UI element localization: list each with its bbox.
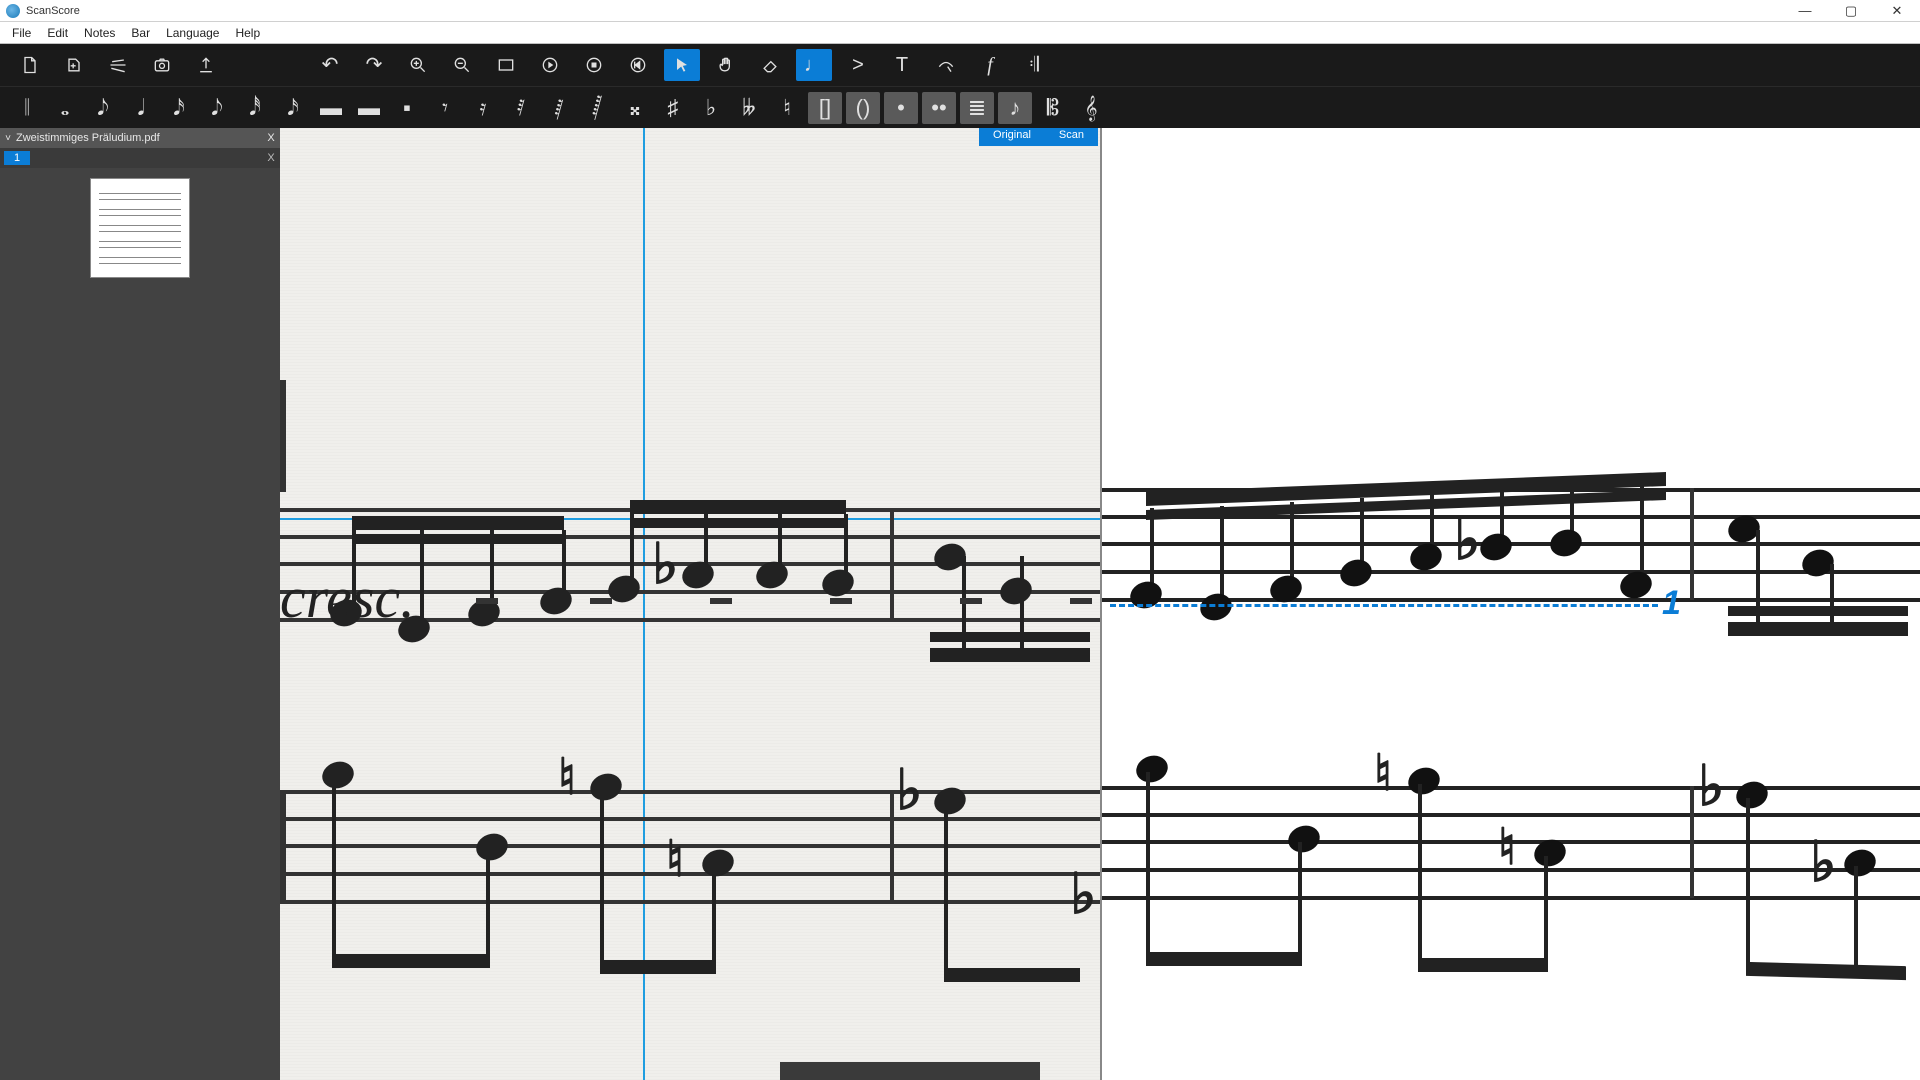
export-button[interactable]: [188, 49, 224, 81]
page-thumbnail[interactable]: [90, 178, 190, 278]
scan-pane[interactable]: ♭ 1: [1100, 128, 1920, 1080]
guide-vertical: [643, 128, 645, 1080]
note-input-button[interactable]: ♩: [796, 49, 832, 81]
pointer-tool-button[interactable]: [664, 49, 700, 81]
scanner-button[interactable]: [100, 49, 136, 81]
menu-bar[interactable]: Bar: [123, 22, 158, 44]
text-tool-button[interactable]: T: [884, 49, 920, 81]
sidebar: ˅ Zweistimmiges Präludium.pdf X 1 X: [0, 128, 280, 1080]
whole-rest[interactable]: ▬: [314, 92, 348, 124]
thirtysecond-rest[interactable]: 𝅀: [504, 92, 538, 124]
play-button[interactable]: [532, 49, 568, 81]
close-document-button[interactable]: X: [262, 132, 280, 144]
close-pages-button[interactable]: X: [262, 152, 280, 164]
app-title: ScanScore: [26, 5, 80, 17]
document-name: Zweistimmiges Präludium.pdf: [16, 132, 262, 144]
chord-symbol[interactable]: 𝄡: [1036, 92, 1070, 124]
sixteenth-rest[interactable]: 𝄿: [466, 92, 500, 124]
double-sharp[interactable]: 𝄪: [618, 92, 652, 124]
add-page-button[interactable]: [56, 49, 92, 81]
erase-tool-button[interactable]: [752, 49, 788, 81]
eighth-rest[interactable]: 𝄾: [428, 92, 462, 124]
menu-edit[interactable]: Edit: [39, 22, 76, 44]
quarter-rest[interactable]: ▪: [390, 92, 424, 124]
zoom-fit-button[interactable]: [488, 49, 524, 81]
repeat-button[interactable]: 𝄇: [1016, 49, 1052, 81]
close-button[interactable]: ✕: [1874, 0, 1920, 22]
clef-tool[interactable]: 𝄞: [1074, 92, 1108, 124]
view-tabs-left: Original Scan: [979, 128, 1098, 146]
half-rest[interactable]: ▬: [352, 92, 386, 124]
zoom-in-button[interactable]: [400, 49, 436, 81]
eighth-note[interactable]: 𝅘𝅥𝅮: [86, 92, 120, 124]
thumbnail-area: [0, 168, 280, 288]
selection-span: [1110, 604, 1658, 607]
minimize-button[interactable]: —: [1782, 0, 1828, 22]
tab-scan[interactable]: Scan: [1045, 128, 1098, 146]
bracket-square[interactable]: []: [808, 92, 842, 124]
stop-button[interactable]: [576, 49, 612, 81]
menu-language[interactable]: Language: [158, 22, 227, 44]
title-bar: ScanScore — ▢ ✕: [0, 0, 1920, 22]
camera-button[interactable]: [144, 49, 180, 81]
open-file-button[interactable]: [12, 49, 48, 81]
barline-tool[interactable]: 𝄁: [10, 92, 44, 124]
undo-button[interactable]: ↶: [312, 49, 348, 81]
dot[interactable]: •: [884, 92, 918, 124]
double-dot[interactable]: ••: [922, 92, 956, 124]
sixteenth-note[interactable]: 𝅘𝅥𝅯: [162, 92, 196, 124]
menu-bar: File Edit Notes Bar Language Help: [0, 22, 1920, 44]
original-pane[interactable]: ♭ cresc.: [280, 128, 1100, 1080]
tremolo[interactable]: ≣: [960, 92, 994, 124]
dynamics-button[interactable]: f: [972, 49, 1008, 81]
note-toolbar: 𝄁 𝅝 𝅘𝅥𝅮 𝅘𝅥 𝅘𝅥𝅯 𝅘𝅥𝅮 𝅘𝅥𝅰 𝅘𝅥𝅯 ▬ ▬ ▪ 𝄾 𝄿 𝅀 𝅁…: [0, 86, 1920, 128]
chevron-down-icon: ˅: [0, 133, 16, 144]
cue-number: 1: [1662, 584, 1681, 623]
slur-tool-button[interactable]: [928, 49, 964, 81]
whole-note[interactable]: 𝅝: [48, 92, 82, 124]
sixtyfourth-rest[interactable]: 𝅁: [542, 92, 576, 124]
bracket-round[interactable]: (): [846, 92, 880, 124]
quarter-note[interactable]: 𝅘𝅥: [124, 92, 158, 124]
main-toolbar: ↶ ↷ ♩ > T f 𝄇: [0, 44, 1920, 86]
page-number[interactable]: 1: [4, 151, 30, 165]
rewind-button[interactable]: [620, 49, 656, 81]
thirtysecond-note[interactable]: 𝅘𝅥𝅰: [238, 92, 272, 124]
eighth-note-2[interactable]: 𝅘𝅥𝅮: [200, 92, 234, 124]
menu-help[interactable]: Help: [227, 22, 268, 44]
document-tab[interactable]: ˅ Zweistimmiges Präludium.pdf X: [0, 128, 280, 148]
cresc-text: cresc.: [280, 564, 415, 631]
menu-file[interactable]: File: [4, 22, 39, 44]
redo-button[interactable]: ↷: [356, 49, 392, 81]
app-icon: [6, 4, 20, 18]
hand-tool-button[interactable]: [708, 49, 744, 81]
workspace: ˅ Zweistimmiges Präludium.pdf X 1 X Orig…: [0, 128, 1920, 1080]
zoom-out-button[interactable]: [444, 49, 480, 81]
tremolo-rest[interactable]: 𝅂: [580, 92, 614, 124]
maximize-button[interactable]: ▢: [1828, 0, 1874, 22]
score-panes: Original Scan: [280, 128, 1920, 1080]
double-flat[interactable]: 𝄫: [732, 92, 766, 124]
sharp[interactable]: ♯: [656, 92, 690, 124]
menu-notes[interactable]: Notes: [76, 22, 123, 44]
flat[interactable]: ♭: [694, 92, 728, 124]
natural[interactable]: ♮: [770, 92, 804, 124]
accent-button[interactable]: >: [840, 49, 876, 81]
sixteenth-note-2[interactable]: 𝅘𝅥𝅯: [276, 92, 310, 124]
tab-original[interactable]: Original: [979, 128, 1045, 146]
grace-note[interactable]: ♪: [998, 92, 1032, 124]
pages-strip: 1 X: [0, 148, 280, 168]
